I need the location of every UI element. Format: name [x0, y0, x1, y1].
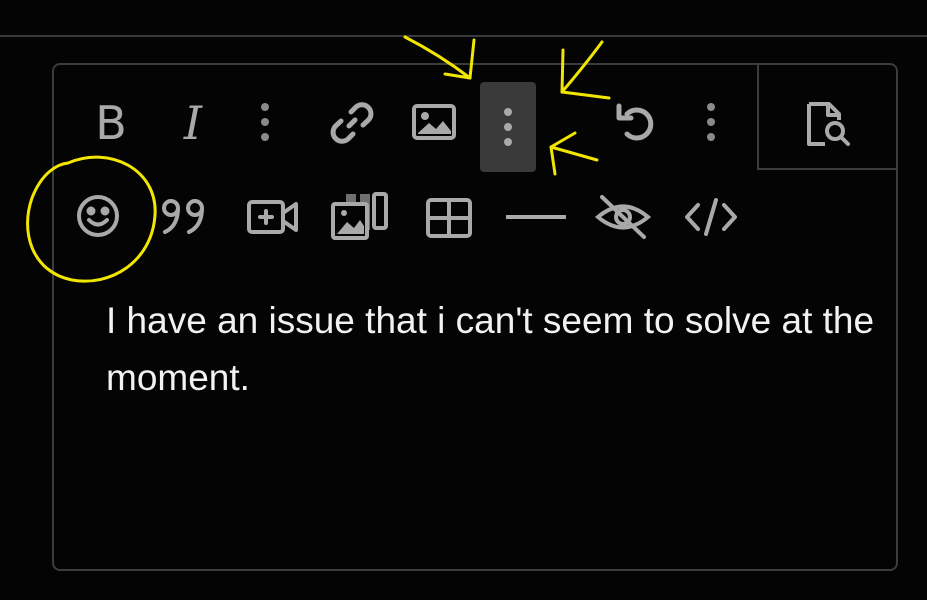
- image-icon[interactable]: [408, 100, 460, 144]
- editor-content[interactable]: I have an issue that i can't seem to sol…: [106, 292, 876, 406]
- bold-button[interactable]: B: [88, 95, 134, 151]
- link-icon[interactable]: [326, 98, 378, 148]
- more-options-icon[interactable]: [697, 100, 725, 144]
- gallery-icon[interactable]: [328, 188, 392, 244]
- more-options-icon[interactable]: [480, 82, 536, 172]
- undo-icon[interactable]: [610, 98, 666, 148]
- spoiler-hidden-icon[interactable]: [592, 190, 654, 244]
- video-icon[interactable]: [244, 194, 302, 240]
- italic-button[interactable]: I: [170, 95, 216, 151]
- top-divider: [0, 35, 927, 37]
- quote-icon[interactable]: [158, 190, 214, 242]
- more-options-icon[interactable]: [250, 100, 280, 144]
- emoji-icon[interactable]: [70, 188, 126, 244]
- preview-icon[interactable]: [800, 98, 856, 150]
- table-icon[interactable]: [422, 194, 476, 242]
- code-icon[interactable]: [682, 194, 740, 240]
- horizontal-rule-icon[interactable]: [504, 200, 568, 234]
